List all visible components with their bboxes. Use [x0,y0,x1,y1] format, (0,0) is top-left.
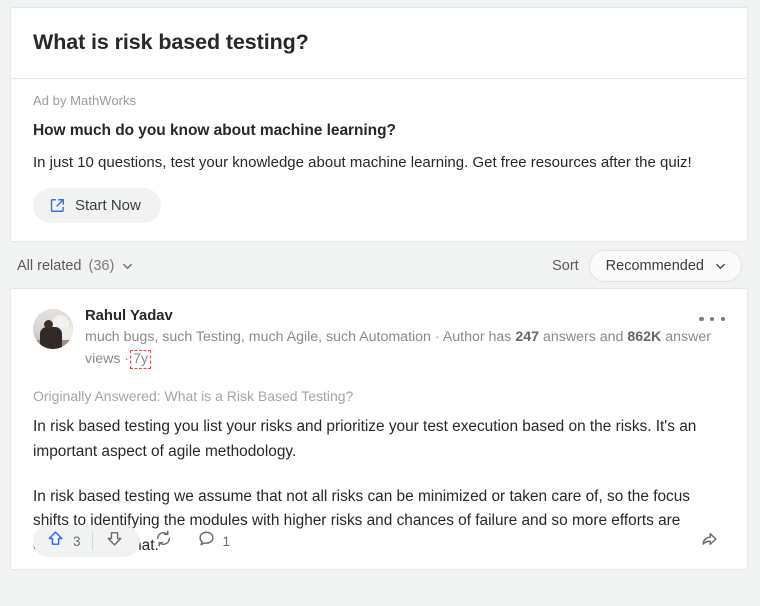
upvote-count: 3 [73,533,81,549]
author-credential: much bugs, such Testing, much Agile, suc… [85,327,725,370]
quora-answer-page: What is risk based testing? Ad by MathWo… [0,0,760,606]
question-card: What is risk based testing? [10,7,748,79]
author-name[interactable]: Rahul Yadav [85,308,725,324]
all-related-filter[interactable]: All related (36) [15,254,136,278]
start-now-label: Start Now [75,197,141,215]
answers-count: 247 [515,329,540,346]
comment-button[interactable]: 1 [187,525,241,557]
answer-paragraph: In risk based testing you list your risk… [33,418,697,460]
sort-dropdown[interactable]: Recommended [588,250,742,283]
author-block: Rahul Yadav much bugs, such Testing, muc… [85,307,725,370]
ad-headline: How much do you know about machine learn… [33,121,396,139]
ad-body-text: In just 10 questions, test your knowledg… [33,153,692,171]
answer-timestamp: 7y [130,349,152,370]
downvote-arrow-icon [105,529,124,553]
sort-group: Sort Recommended [552,250,742,283]
all-related-label: All related [17,258,82,275]
downvote-button[interactable] [93,525,136,557]
vote-pill: 3 [33,525,140,558]
ellipsis-horizontal-icon[interactable] [699,309,725,329]
ad-card: Ad by MathWorks How much do you know abo… [10,78,748,243]
upvote-button[interactable]: 3 [37,525,92,557]
external-link-icon [49,197,66,214]
sort-label: Sort [552,258,579,275]
credential-text-mid: answers and [539,329,628,346]
page-title: What is risk based testing? [33,30,309,54]
answer-card: Rahul Yadav much bugs, such Testing, muc… [10,288,748,571]
share-button[interactable] [693,525,725,557]
all-related-count: (36) [88,258,115,275]
filter-sort-row: All related (36) Sort Recommended [10,244,748,288]
avatar[interactable] [33,309,73,350]
chevron-down-icon [714,260,727,273]
comment-bubble-icon [197,529,216,553]
repost-cycle-icon [154,529,173,553]
start-now-button[interactable]: Start Now [33,188,161,224]
sort-selected-value: Recommended [605,258,704,275]
answer-actions-bar: 3 1 [33,525,725,558]
comment-count: 1 [222,533,231,549]
repost-button[interactable] [144,525,183,557]
share-arrow-icon [699,529,719,554]
credential-text-start: much bugs, such Testing, much Agile, suc… [85,329,516,346]
originally-answered-note: Originally Answered: What is a Risk Base… [33,388,354,405]
chevron-down-icon [121,260,134,273]
actions-left-group: 3 1 [33,525,241,558]
upvote-arrow-icon [46,529,65,553]
answer-header: Rahul Yadav much bugs, such Testing, muc… [33,307,725,370]
ad-attribution-label: Ad by MathWorks [33,92,137,108]
views-count: 862K [627,329,662,346]
